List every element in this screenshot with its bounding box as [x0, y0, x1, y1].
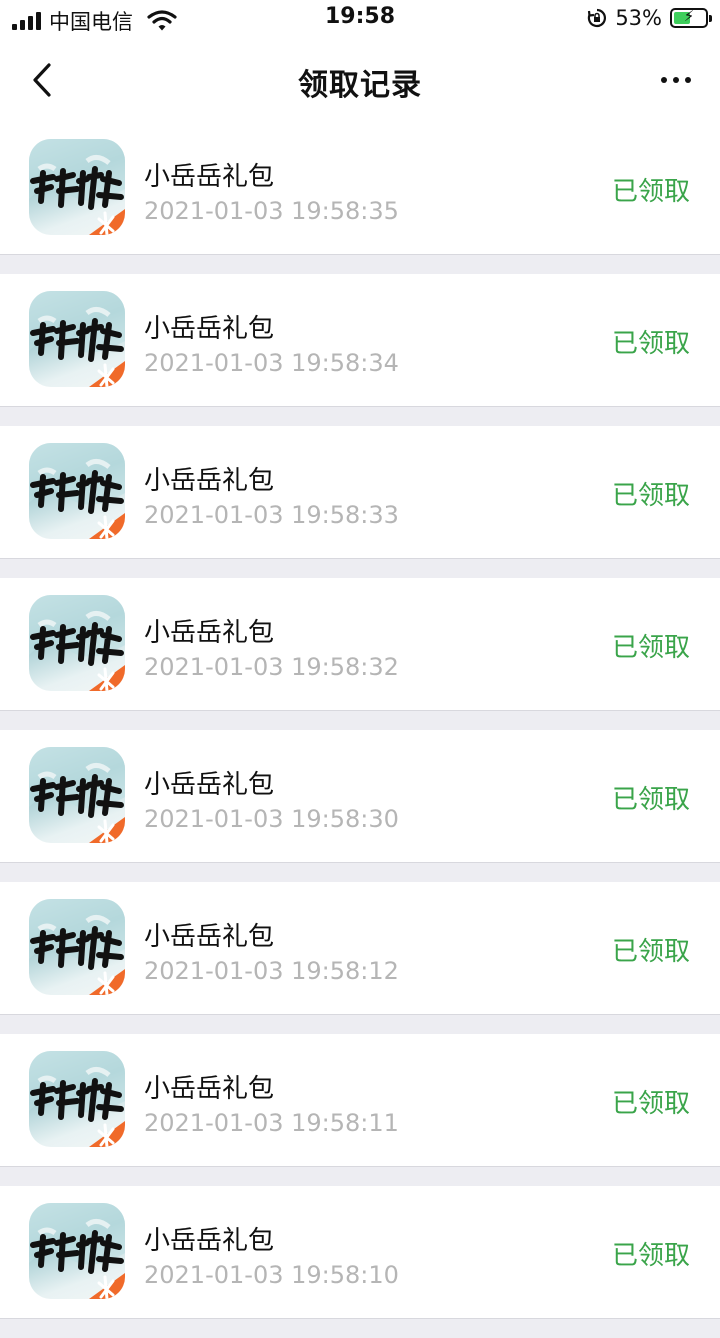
claim-status: 已领取 — [611, 177, 690, 207]
gift-name: 小岳岳礼包 — [144, 922, 275, 952]
record-row[interactable]: 小岳岳礼包 2021-01-03 19:58:32 已领取 — [0, 578, 720, 711]
gift-name: 小岳岳礼包 — [144, 314, 275, 344]
gift-name: 小岳岳礼包 — [144, 770, 275, 800]
charging-bolt-icon: ⚡ — [683, 7, 695, 25]
claim-timestamp: 2021-01-03 19:58:32 — [144, 653, 399, 681]
game-app-icon — [29, 899, 125, 995]
record-row[interactable]: 小岳岳礼包 2021-01-03 19:58:33 已领取 — [0, 426, 720, 559]
rotation-lock-icon — [588, 8, 607, 28]
record-row[interactable]: 小岳岳礼包 2021-01-03 19:58:12 已领取 — [0, 882, 720, 1015]
status-bar: 中国电信 19:58 53% ⚡ — [0, 0, 720, 40]
record-row[interactable]: 小岳岳礼包 2021-01-03 19:58:10 已领取 — [0, 1186, 720, 1319]
battery-icon: ⚡ — [670, 7, 712, 28]
claim-timestamp: 2021-01-03 19:58:35 — [144, 197, 399, 225]
claim-status: 已领取 — [611, 481, 690, 511]
navigation-bar: 领取记录 — [0, 40, 720, 122]
claim-timestamp: 2021-01-03 19:58:30 — [144, 805, 399, 833]
game-app-icon — [29, 1203, 125, 1299]
claim-timestamp: 2021-01-03 19:58:10 — [144, 1261, 399, 1289]
game-app-icon — [29, 139, 125, 235]
more-options-button[interactable] — [654, 64, 698, 96]
gift-name: 小岳岳礼包 — [144, 162, 275, 192]
status-right: 53% ⚡ — [587, 6, 712, 30]
record-list: 小岳岳礼包 2021-01-03 19:58:35 已领取 小岳岳礼包 2021… — [0, 122, 720, 1338]
claim-timestamp: 2021-01-03 19:58:34 — [144, 349, 399, 377]
gift-name: 小岳岳礼包 — [144, 1226, 275, 1256]
battery-percentage: 53% — [615, 6, 662, 30]
claim-status: 已领取 — [611, 1089, 690, 1119]
record-row[interactable]: 小岳岳礼包 2021-01-03 19:58:30 已领取 — [0, 730, 720, 863]
claim-timestamp: 2021-01-03 19:58:11 — [144, 1109, 399, 1137]
ellipsis-icon — [661, 77, 667, 83]
claim-status: 已领取 — [611, 785, 690, 815]
record-row[interactable]: 小岳岳礼包 2021-01-03 19:58:34 已领取 — [0, 274, 720, 407]
game-app-icon — [29, 747, 125, 843]
game-app-icon — [29, 595, 125, 691]
gift-name: 小岳岳礼包 — [144, 466, 275, 496]
record-row[interactable]: 小岳岳礼包 2021-01-03 19:58:35 已领取 — [0, 122, 720, 255]
claim-status: 已领取 — [611, 329, 690, 359]
game-app-icon — [29, 291, 125, 387]
game-app-icon — [29, 1051, 125, 1147]
gift-name: 小岳岳礼包 — [144, 1074, 275, 1104]
claim-status: 已领取 — [611, 1241, 690, 1271]
game-app-icon — [29, 443, 125, 539]
claim-status: 已领取 — [611, 633, 690, 663]
claim-status: 已领取 — [611, 937, 690, 967]
claim-timestamp: 2021-01-03 19:58:33 — [144, 501, 399, 529]
page-title: 领取记录 — [298, 68, 422, 103]
gift-name: 小岳岳礼包 — [144, 618, 275, 648]
claim-timestamp: 2021-01-03 19:58:12 — [144, 957, 399, 985]
record-row[interactable]: 小岳岳礼包 2021-01-03 19:58:11 已领取 — [0, 1034, 720, 1167]
